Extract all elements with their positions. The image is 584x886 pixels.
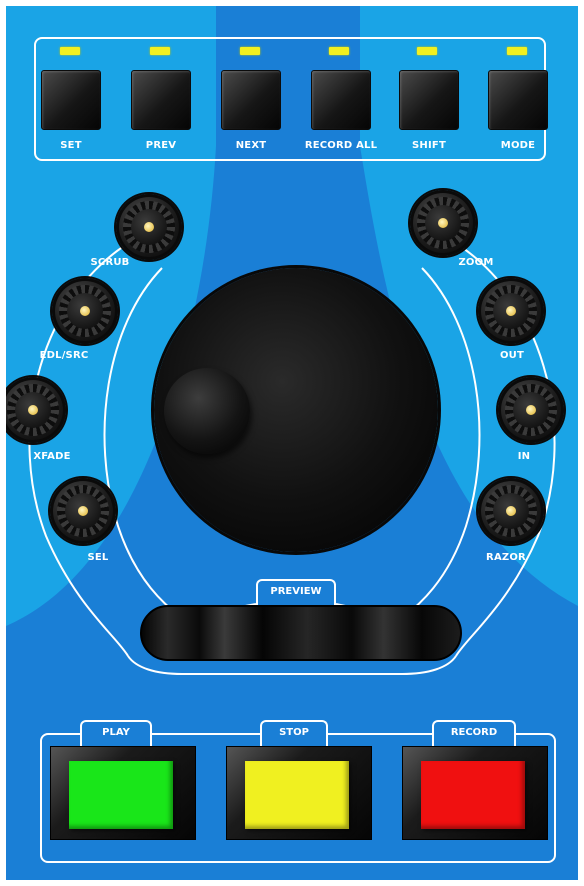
sel-knob-indicator xyxy=(78,506,88,516)
prev-label: PREV xyxy=(145,140,177,151)
zoom-knob[interactable] xyxy=(410,190,476,256)
prev-led xyxy=(150,47,170,55)
shift-button[interactable] xyxy=(399,70,459,130)
next-button[interactable] xyxy=(221,70,281,130)
set-label: SET xyxy=(60,140,82,151)
mode-label: MODE xyxy=(500,140,536,151)
record-all-label: RECORD ALL xyxy=(304,140,378,151)
in-knob-indicator xyxy=(526,405,536,415)
zoom-label: ZOOM xyxy=(458,257,494,268)
sel-label: SEL xyxy=(87,552,109,563)
edl-src-knob[interactable] xyxy=(52,278,118,344)
zoom-knob-indicator xyxy=(438,218,448,228)
record-all-button[interactable] xyxy=(311,70,371,130)
preview-shuttle-ring[interactable] xyxy=(140,605,462,661)
edl-src-knob-indicator xyxy=(80,306,90,316)
play-tag: PLAY xyxy=(80,720,152,746)
in-knob[interactable] xyxy=(498,377,564,443)
shift-led xyxy=(417,47,437,55)
jog-wheel-finger-dimple xyxy=(164,368,250,454)
next-led xyxy=(240,47,260,55)
xfade-knob-indicator xyxy=(28,405,38,415)
play-button[interactable] xyxy=(50,746,196,840)
razor-knob[interactable] xyxy=(478,478,544,544)
scrub-label: SCRUB xyxy=(90,257,130,268)
shift-label: SHIFT xyxy=(412,140,446,151)
sel-knob[interactable] xyxy=(50,478,116,544)
mode-led xyxy=(507,47,527,55)
next-label: NEXT xyxy=(235,140,267,151)
scrub-knob-indicator xyxy=(144,222,154,232)
play-button-face xyxy=(69,761,173,829)
edl-src-label: EDL/SRC xyxy=(39,350,89,361)
jog-wheel[interactable] xyxy=(154,268,438,552)
mode-button[interactable] xyxy=(488,70,548,130)
preview-tag: PREVIEW xyxy=(256,579,336,605)
out-knob-indicator xyxy=(506,306,516,316)
razor-label: RAZOR xyxy=(486,552,526,563)
stop-button-face xyxy=(245,761,349,829)
prev-button[interactable] xyxy=(131,70,191,130)
record-button[interactable] xyxy=(402,746,548,840)
out-knob[interactable] xyxy=(478,278,544,344)
record-all-led xyxy=(329,47,349,55)
record-button-face xyxy=(421,761,525,829)
stop-button[interactable] xyxy=(226,746,372,840)
set-led xyxy=(60,47,80,55)
stop-tag: STOP xyxy=(260,720,328,746)
control-surface-panel: SET PREV NEXT RECORD ALL SHIFT MODE SCRU… xyxy=(6,6,578,880)
xfade-label: XFADE xyxy=(33,451,71,462)
out-label: OUT xyxy=(499,350,525,361)
in-label: IN xyxy=(517,451,531,462)
scrub-knob[interactable] xyxy=(116,194,182,260)
record-tag: RECORD xyxy=(432,720,516,746)
set-button[interactable] xyxy=(41,70,101,130)
razor-knob-indicator xyxy=(506,506,516,516)
